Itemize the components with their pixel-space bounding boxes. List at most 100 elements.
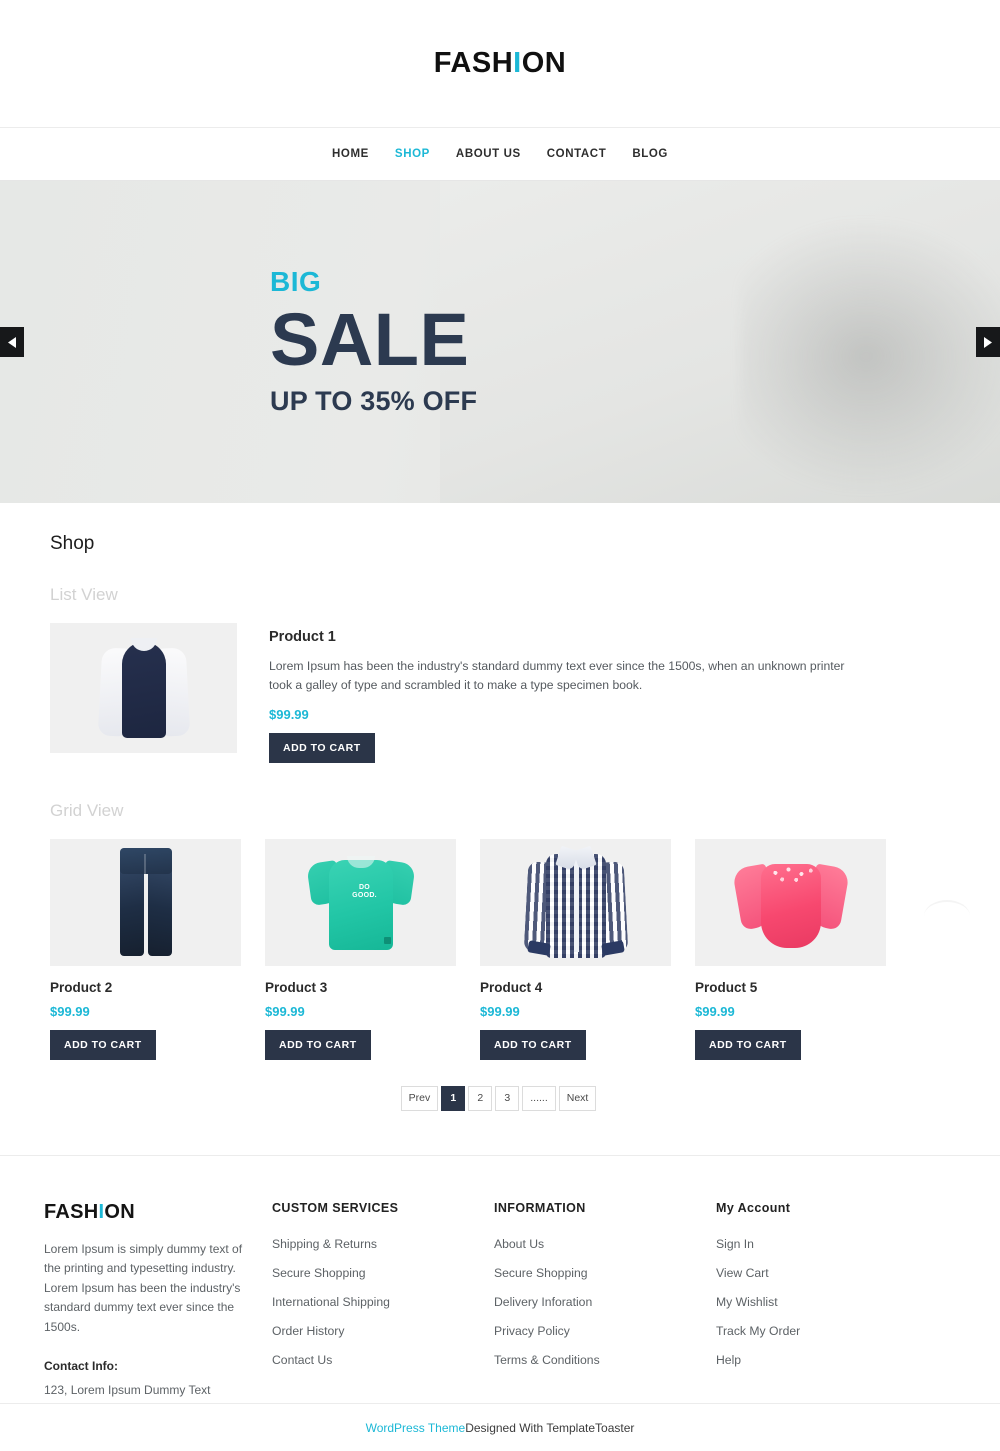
- pink-lace-top-icon: [731, 856, 850, 949]
- checkered-shirt-icon: [523, 846, 628, 959]
- product-image-product-1[interactable]: [50, 623, 237, 753]
- product-title[interactable]: Product 4: [480, 980, 671, 995]
- credit-link[interactable]: WordPress Theme: [366, 1421, 466, 1435]
- footer-column-title: INFORMATION: [494, 1200, 586, 1215]
- product-price: $99.99: [480, 1003, 520, 1019]
- shop-main: Shop List View Product 1 Lorem Ipsum has…: [0, 503, 1000, 1155]
- site-header: FASHION: [0, 0, 1000, 128]
- nav-item-home[interactable]: HOME: [332, 148, 369, 160]
- footer-link-delivery-information[interactable]: Delivery Inforation: [494, 1295, 716, 1309]
- page-title: Shop: [50, 533, 95, 554]
- footer-link-secure-shopping[interactable]: Secure Shopping: [272, 1266, 494, 1280]
- footer-link-track-my-order[interactable]: Track My Order: [716, 1324, 938, 1338]
- tee-graphic-line2: GOOD.: [352, 892, 377, 900]
- nav-list: HOME SHOP ABOUT US CONTACT BLOG: [332, 148, 668, 160]
- footer-column-my-account: My Account Sign In View Cart My Wishlist…: [716, 1201, 938, 1417]
- nav-item-shop[interactable]: SHOP: [395, 148, 430, 160]
- footer-link-international-shipping[interactable]: International Shipping: [272, 1295, 494, 1309]
- footer-link-order-history[interactable]: Order History: [272, 1324, 494, 1338]
- arrow-right-icon: [983, 336, 993, 348]
- logo-prefix: FASH: [433, 47, 514, 79]
- list-item: Product 2 $99.99 ADD TO CART: [50, 838, 241, 1060]
- product-image-product-3[interactable]: DO GOOD.: [265, 838, 456, 966]
- nav-item-blog[interactable]: BLOG: [632, 148, 668, 160]
- pagination-next[interactable]: Next: [558, 1085, 597, 1111]
- carousel-next-button[interactable]: [976, 327, 1000, 357]
- product-title[interactable]: Product 5: [695, 980, 886, 995]
- pagination: Prev 1 2 3 ...... Next: [50, 1085, 950, 1155]
- footer-link-view-cart[interactable]: View Cart: [716, 1266, 938, 1280]
- footer-link-shipping-returns[interactable]: Shipping & Returns: [272, 1237, 494, 1251]
- product-price: $99.99: [269, 706, 309, 722]
- list-view-label: List View: [50, 585, 118, 604]
- site-logo[interactable]: FASHION: [434, 47, 566, 80]
- product-title[interactable]: Product 2: [50, 980, 241, 995]
- list-item: Product 1 Lorem Ipsum has been the indus…: [50, 623, 950, 763]
- nav-item-contact[interactable]: CONTACT: [547, 148, 607, 160]
- product-image-product-5[interactable]: [695, 838, 886, 966]
- hero-image: [440, 181, 1000, 503]
- footer-column-information: INFORMATION About Us Secure Shopping Del…: [494, 1201, 716, 1417]
- credit-text: Designed With TemplateToaster: [465, 1420, 635, 1435]
- pagination-page-3[interactable]: 3: [495, 1085, 520, 1111]
- site-footer: FASHION Lorem Ipsum is simply dummy text…: [0, 1154, 1000, 1417]
- add-to-cart-button[interactable]: ADD TO CART: [269, 732, 375, 763]
- list-item: Product 5 $99.99 ADD TO CART: [695, 838, 886, 1060]
- teal-do-good-tee-icon: DO GOOD.: [305, 854, 416, 951]
- footer-link-terms-conditions[interactable]: Terms & Conditions: [494, 1353, 716, 1367]
- hero-headline: SALE: [270, 297, 470, 381]
- credit-bar: WordPress Theme Designed With TemplateTo…: [0, 1403, 1000, 1451]
- hero-eyebrow: BIG: [270, 265, 322, 297]
- product-title[interactable]: Product 1: [269, 629, 950, 645]
- tee-graphic-line1: DO: [358, 884, 371, 892]
- pagination-page-2[interactable]: 2: [468, 1085, 493, 1111]
- arrow-left-icon: [7, 336, 17, 348]
- footer-link-contact-us[interactable]: Contact Us: [272, 1353, 494, 1367]
- footer-logo-prefix: FASH: [44, 1200, 99, 1223]
- product-title[interactable]: Product 3: [265, 980, 456, 995]
- footer-column-title: My Account: [716, 1200, 791, 1215]
- logo-accent-letter: I: [513, 47, 522, 79]
- main-navigation: HOME SHOP ABOUT US CONTACT BLOG: [0, 128, 1000, 181]
- add-to-cart-button[interactable]: ADD TO CART: [265, 1029, 371, 1060]
- logo-suffix: ON: [521, 47, 567, 79]
- footer-link-privacy-policy[interactable]: Privacy Policy: [494, 1324, 716, 1338]
- footer-logo[interactable]: FASHION: [44, 1201, 246, 1224]
- footer-link-help[interactable]: Help: [716, 1353, 938, 1367]
- product-description: Lorem Ipsum has been the industry's stan…: [269, 659, 845, 692]
- pagination-prev[interactable]: Prev: [400, 1085, 439, 1111]
- list-item: DO GOOD. Product 3 $99.99 ADD TO CART: [265, 838, 456, 1060]
- add-to-cart-button[interactable]: ADD TO CART: [695, 1029, 801, 1060]
- product-price: $99.99: [50, 1003, 90, 1019]
- product-price: $99.99: [265, 1003, 305, 1019]
- carousel-prev-button[interactable]: [0, 327, 24, 357]
- list-item: Product 4 $99.99 ADD TO CART: [480, 838, 671, 1060]
- add-to-cart-button[interactable]: ADD TO CART: [50, 1029, 156, 1060]
- hero-subheadline: UP TO 35% OFF: [270, 385, 478, 416]
- footer-brand-column: FASHION Lorem Ipsum is simply dummy text…: [44, 1201, 272, 1417]
- grid-view-label: Grid View: [50, 800, 124, 820]
- footer-link-sign-in[interactable]: Sign In: [716, 1237, 938, 1251]
- product-image-product-2[interactable]: [50, 838, 241, 966]
- footer-about-text: Lorem Ipsum is simply dummy text of the …: [44, 1241, 243, 1334]
- footer-column-title: CUSTOM SERVICES: [272, 1200, 399, 1215]
- navy-raglan-shirt-icon: [96, 636, 192, 740]
- hero-copy: BIG SALE UP TO 35% OFF: [270, 181, 477, 503]
- footer-link-secure-shopping-info[interactable]: Secure Shopping: [494, 1266, 716, 1280]
- footer-link-my-wishlist[interactable]: My Wishlist: [716, 1295, 938, 1309]
- blue-jeans-icon: [114, 848, 178, 957]
- footer-address-line-1: 123, Lorem Ipsum Dummy Text: [44, 1383, 211, 1397]
- product-price: $99.99: [695, 1003, 735, 1019]
- footer-column-custom-services: CUSTOM SERVICES Shipping & Returns Secur…: [272, 1201, 494, 1417]
- hero-wall-shadow: [740, 221, 1000, 491]
- product-info: Product 1 Lorem Ipsum has been the indus…: [269, 623, 950, 763]
- pagination-page-1[interactable]: 1: [441, 1085, 466, 1111]
- nav-item-about-us[interactable]: ABOUT US: [456, 148, 521, 160]
- pagination-ellipsis[interactable]: ......: [522, 1085, 556, 1111]
- product-image-product-4[interactable]: [480, 838, 671, 966]
- add-to-cart-button[interactable]: ADD TO CART: [480, 1029, 586, 1060]
- hero-carousel: BIG SALE UP TO 35% OFF: [0, 181, 1000, 503]
- footer-contact-title: Contact Info:: [44, 1359, 118, 1373]
- footer-link-about-us[interactable]: About Us: [494, 1237, 716, 1251]
- product-grid: Product 2 $99.99 ADD TO CART DO GOOD. Pr…: [50, 838, 950, 1060]
